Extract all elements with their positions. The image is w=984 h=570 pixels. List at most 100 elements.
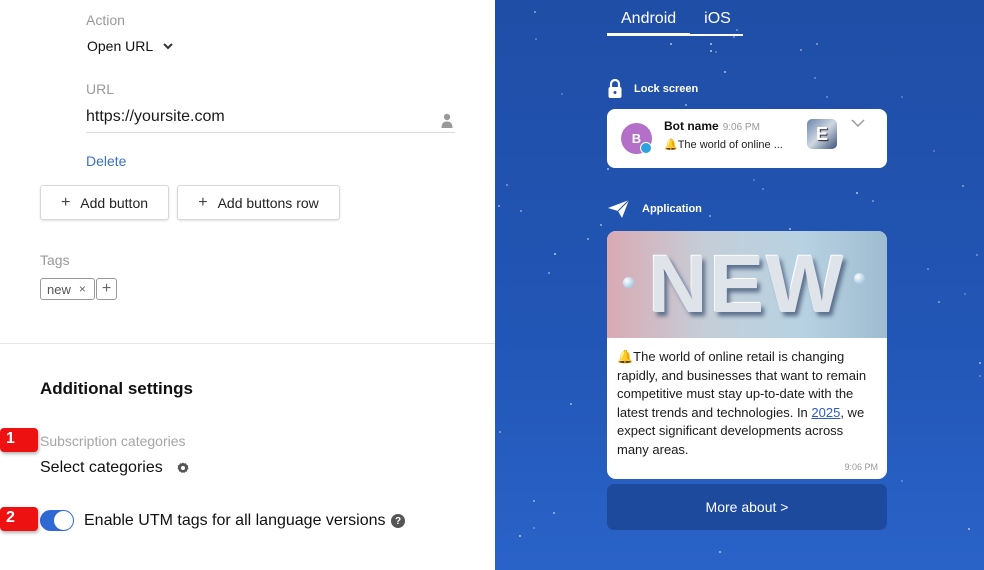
add-tag-button[interactable]: + — [96, 278, 117, 300]
star-decoration — [733, 36, 735, 38]
add-button-button[interactable]: + Add button — [40, 185, 169, 220]
star-decoration — [753, 179, 755, 181]
star-decoration — [901, 480, 903, 482]
star-decoration — [670, 43, 672, 45]
application-header: Application — [608, 200, 702, 218]
star-decoration — [976, 254, 978, 256]
star-decoration — [709, 215, 711, 217]
add-buttons-row-label: Add buttons row — [217, 194, 319, 211]
star-decoration — [561, 93, 563, 95]
lock-screen-header: Lock screen — [608, 79, 698, 99]
notification-header: Bot name 9:06 PM — [664, 119, 760, 133]
star-decoration — [715, 51, 717, 53]
star-decoration — [800, 49, 802, 51]
orb-decoration — [623, 277, 634, 288]
star-decoration — [938, 301, 940, 303]
star-decoration — [600, 224, 602, 226]
gear-icon[interactable] — [177, 462, 189, 474]
utm-toggle[interactable] — [40, 510, 74, 531]
orb-decoration — [854, 273, 865, 284]
chevron-down-icon — [163, 43, 173, 50]
plus-icon: + — [198, 193, 208, 211]
lock-icon — [608, 79, 622, 98]
star-decoration — [548, 272, 550, 274]
action-select[interactable]: Open URL — [87, 38, 173, 54]
star-decoration — [533, 527, 535, 529]
action-label: Action — [86, 12, 125, 28]
section-divider — [0, 343, 495, 344]
star-decoration — [962, 185, 964, 187]
star-decoration — [553, 512, 555, 514]
star-decoration — [520, 210, 522, 212]
star-decoration — [762, 188, 764, 190]
star-decoration — [710, 43, 712, 45]
message-image: NEW — [607, 231, 887, 338]
star-decoration — [719, 551, 721, 553]
star-decoration — [979, 375, 981, 377]
application-label: Application — [642, 203, 702, 215]
subscription-categories-label: Subscription categories — [40, 433, 186, 449]
utm-label: Enable UTM tags for all language version… — [84, 512, 386, 529]
star-decoration — [570, 403, 572, 405]
star-decoration — [816, 43, 818, 45]
more-about-button[interactable]: More about > — [607, 484, 887, 530]
add-buttons-row-button[interactable]: + Add buttons row — [177, 185, 340, 220]
star-decoration — [506, 184, 508, 186]
message-time: 9:06 PM — [844, 462, 878, 472]
star-decoration — [968, 528, 970, 530]
star-decoration — [533, 500, 535, 502]
url-input[interactable] — [86, 102, 455, 133]
star-decoration — [724, 71, 726, 73]
notification-text: 🔔The world of online ... — [664, 139, 783, 151]
star-decoration — [607, 168, 609, 170]
tab-android[interactable]: Android — [607, 10, 691, 36]
star-decoration — [826, 96, 828, 98]
telegram-icon — [640, 142, 652, 154]
lock-screen-label: Lock screen — [634, 83, 699, 95]
chevron-down-icon[interactable] — [851, 119, 865, 128]
star-decoration — [933, 150, 935, 152]
action-value: Open URL — [87, 38, 154, 54]
star-decoration — [535, 38, 537, 40]
select-categories-button[interactable]: Select categories — [40, 459, 189, 477]
star-decoration — [789, 228, 791, 230]
tags-label: Tags — [40, 252, 70, 268]
star-decoration — [519, 535, 521, 537]
url-label: URL — [86, 81, 115, 97]
platform-tabs: Android iOS — [607, 10, 743, 36]
star-decoration — [964, 293, 966, 295]
tag-chip: new × — [40, 278, 95, 300]
star-decoration — [901, 96, 903, 98]
star-decoration — [872, 200, 874, 202]
select-categories-label: Select categories — [40, 459, 163, 476]
annotation-marker-2: 2 — [0, 507, 38, 531]
notification-thumbnail: E — [807, 119, 837, 149]
star-decoration — [927, 268, 929, 270]
star-decoration — [710, 50, 712, 52]
star-decoration — [534, 11, 536, 13]
person-icon[interactable] — [441, 113, 453, 128]
send-icon — [608, 200, 630, 218]
notification-time: 9:06 PM — [722, 122, 760, 133]
delete-link[interactable]: Delete — [86, 153, 126, 169]
tag-text: new — [47, 281, 71, 297]
preview-panel: Android iOS Lock screen B Bot name 9:06 P… — [495, 0, 984, 570]
add-button-label: Add button — [80, 194, 149, 211]
bot-name: Bot name — [664, 119, 719, 133]
additional-settings-title: Additional settings — [40, 379, 193, 398]
star-decoration — [814, 77, 816, 79]
year-link[interactable]: 2025 — [811, 405, 840, 420]
star-decoration — [554, 253, 556, 255]
tab-ios[interactable]: iOS — [690, 10, 743, 36]
close-icon[interactable]: × — [79, 282, 86, 296]
star-decoration — [498, 205, 500, 207]
star-decoration — [587, 238, 589, 240]
lock-screen-notification[interactable]: B Bot name 9:06 PM 🔔The world of online .… — [607, 109, 887, 168]
star-decoration — [979, 362, 981, 364]
message-editor-panel: Action Open URL URL Delete + Add button … — [0, 0, 495, 570]
annotation-marker-1: 1 — [0, 428, 38, 452]
help-icon[interactable]: ? — [391, 514, 405, 528]
message-preview-card: NEW 🔔The world of online retail is chang… — [607, 231, 887, 479]
message-text: 🔔The world of online retail is changing … — [607, 338, 887, 459]
plus-icon: + — [60, 193, 71, 211]
